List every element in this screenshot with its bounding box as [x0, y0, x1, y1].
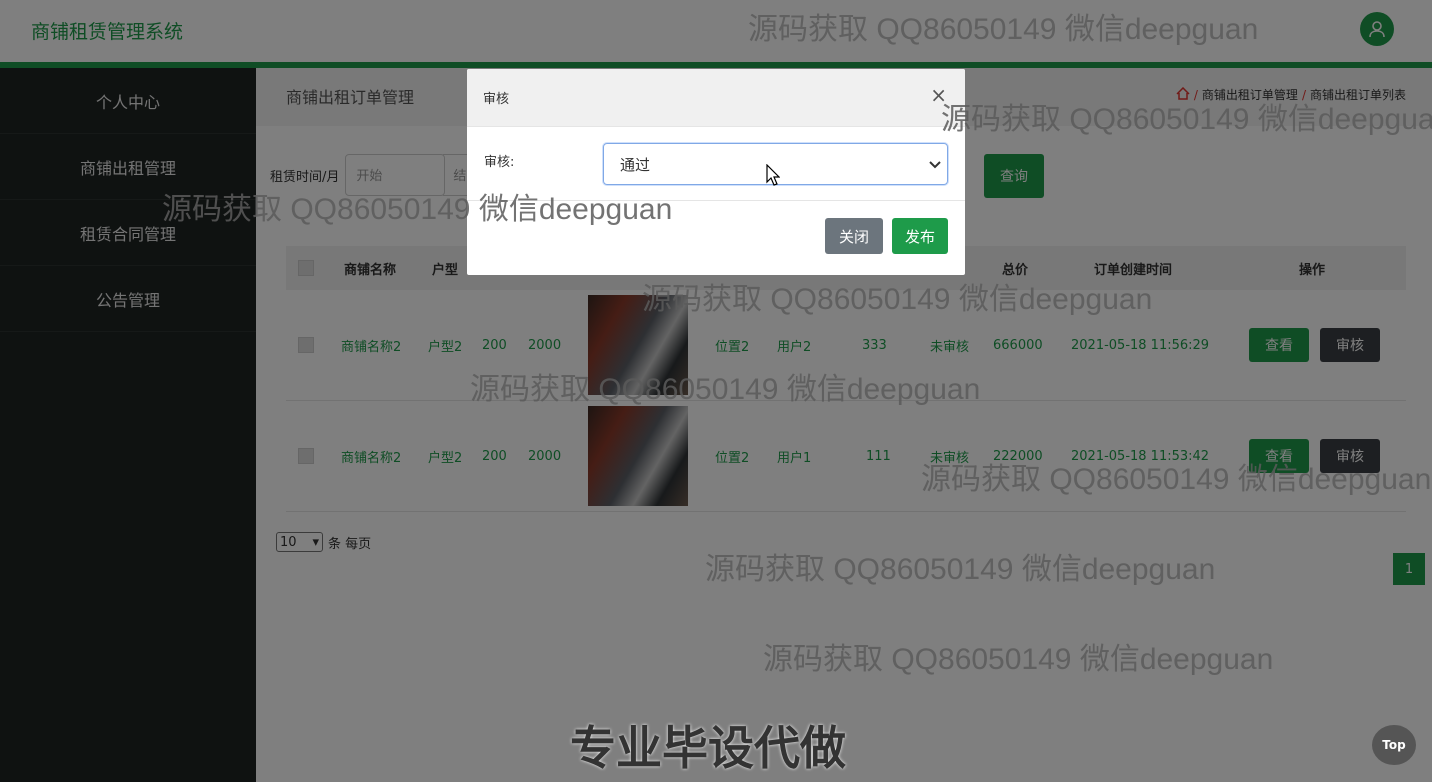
- dialog-header: 审核 ×: [467, 69, 965, 127]
- mouse-cursor-icon: [766, 163, 781, 190]
- publish-button[interactable]: 发布: [892, 218, 948, 254]
- dialog-footer: 关闭 发布: [467, 201, 965, 275]
- back-to-top-button[interactable]: Top: [1372, 725, 1416, 765]
- dialog-body: 审核: 通过: [467, 127, 965, 201]
- close-button[interactable]: 关闭: [825, 218, 883, 254]
- audit-field-label: 审核:: [484, 155, 515, 170]
- chevron-down-icon: [929, 155, 941, 173]
- audit-status-value: 通过: [620, 155, 651, 174]
- audit-dialog: 审核 × 审核: 通过 关闭 发布: [467, 69, 965, 275]
- dialog-title: 审核: [483, 92, 510, 107]
- promo-text: 专业毕设代做: [570, 721, 846, 775]
- close-icon[interactable]: ×: [930, 85, 947, 105]
